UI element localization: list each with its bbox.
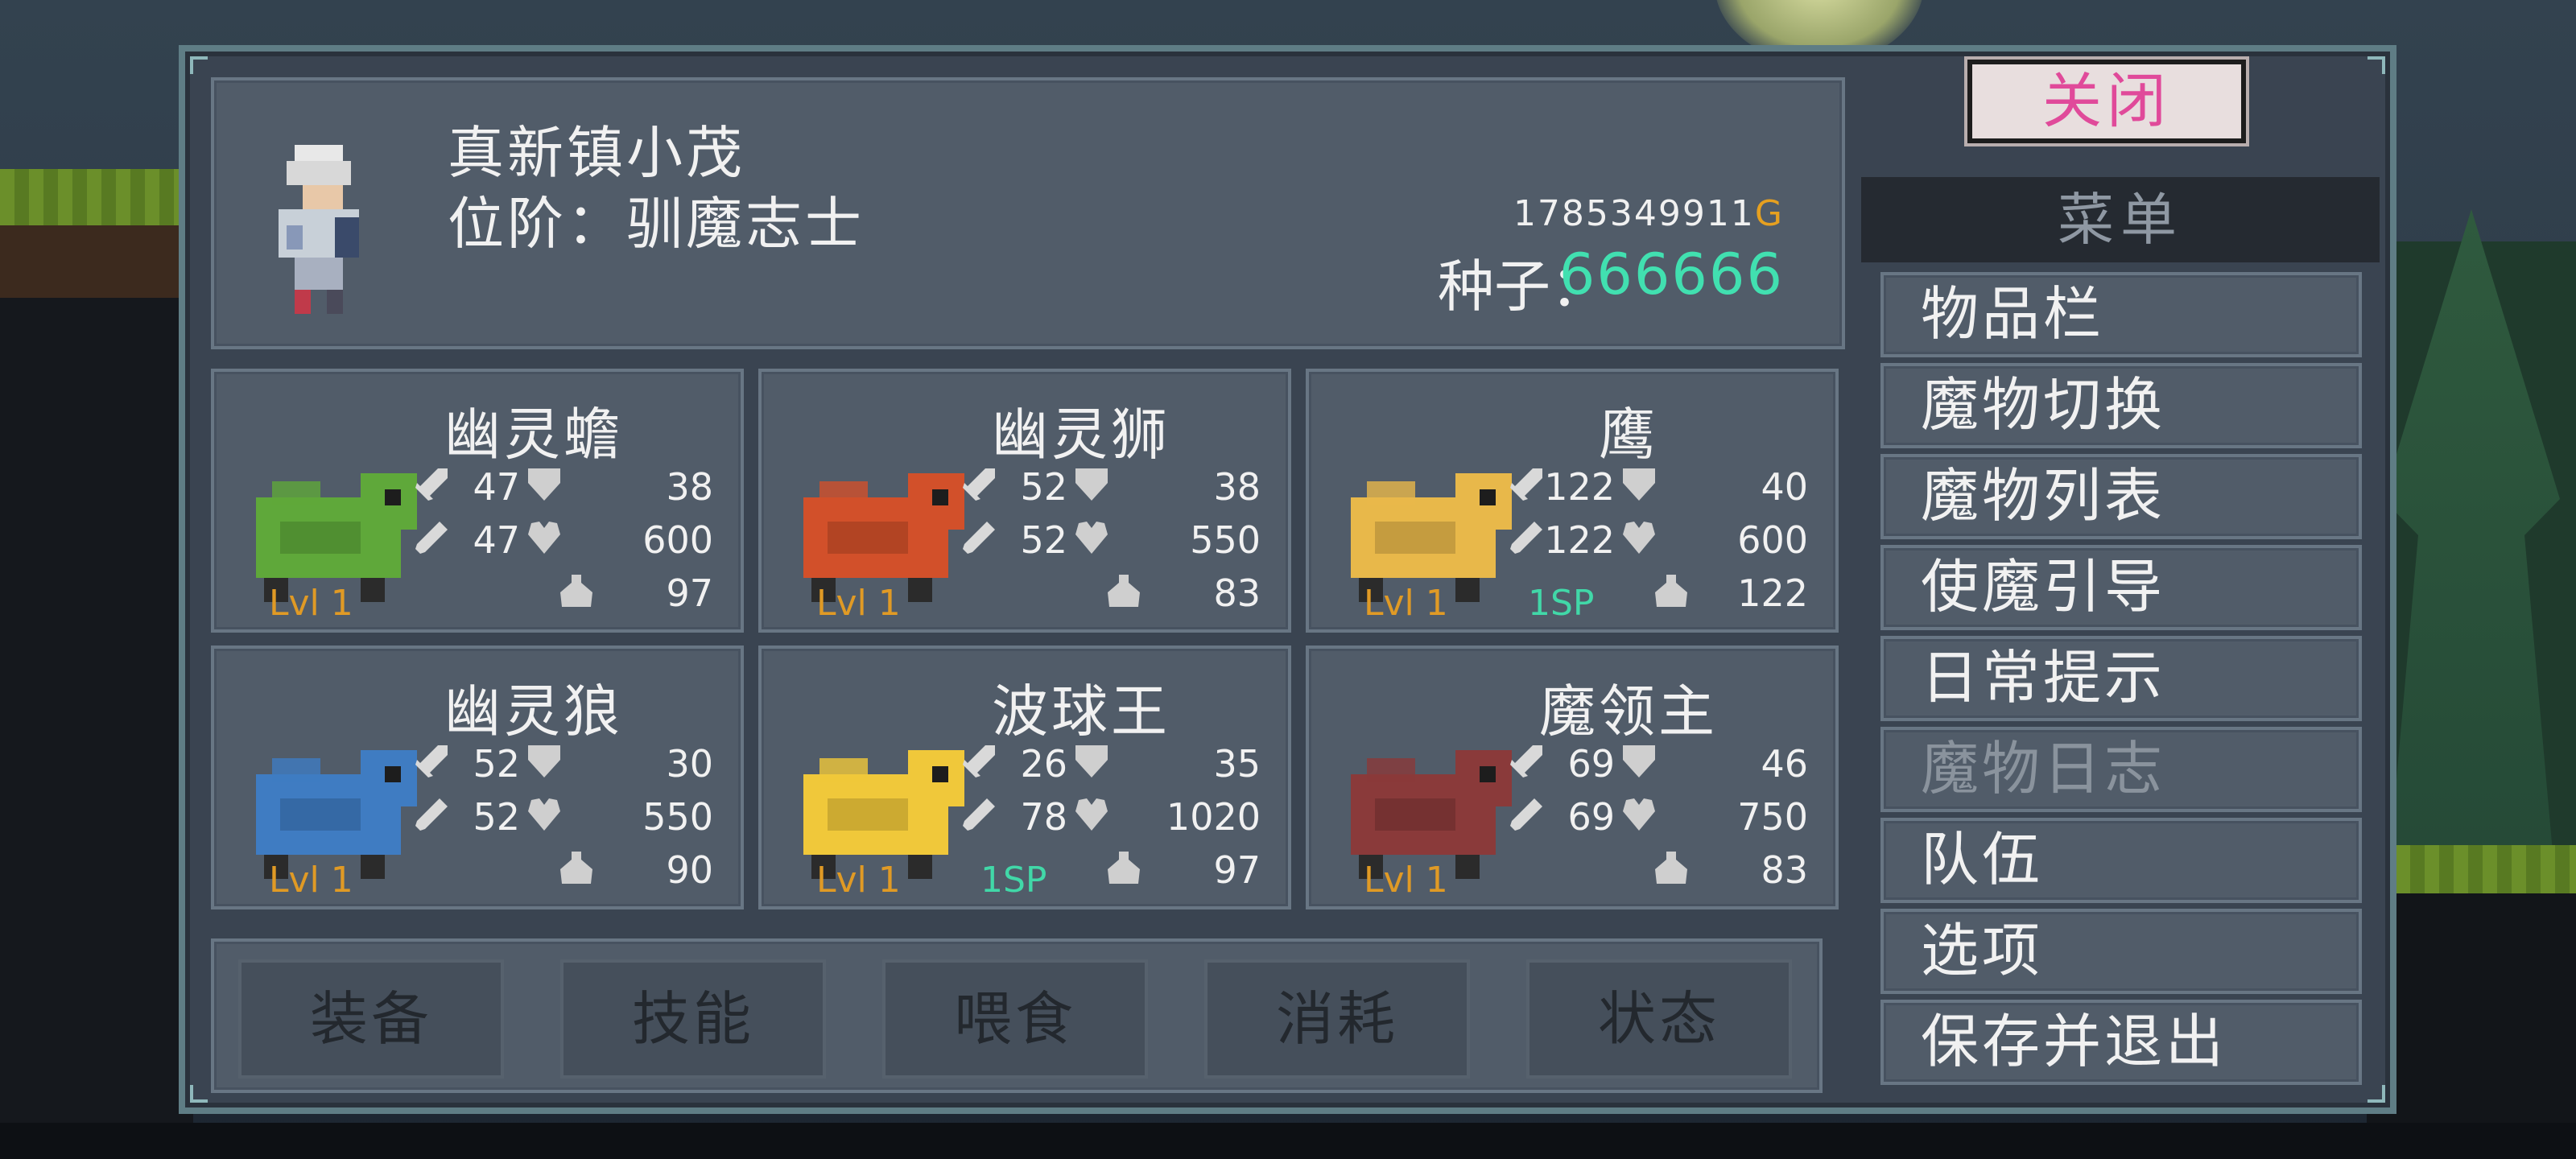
monster-sprite	[256, 750, 417, 879]
defense-icon	[1623, 468, 1655, 501]
level-label: Lvl 1	[816, 860, 901, 901]
player-rank: 位阶：驯魔志士	[448, 191, 865, 257]
defense-value: 30	[666, 742, 713, 786]
food-icon	[1655, 575, 1687, 607]
food-value: 97	[666, 571, 713, 615]
menu-item-familiar-guide[interactable]: 使魔引导	[1880, 545, 2362, 630]
hp-icon	[1075, 798, 1108, 831]
level-label: Lvl 1	[1364, 583, 1448, 624]
menu-item-monster-list[interactable]: 魔物列表	[1880, 454, 2362, 539]
hp-icon	[1623, 522, 1655, 554]
monster-sprite	[803, 750, 964, 879]
defense-value: 35	[1213, 742, 1261, 786]
food-icon	[1108, 575, 1140, 607]
monster-sprite	[256, 473, 417, 602]
food-icon	[560, 575, 592, 607]
background-bottom	[0, 1123, 2576, 1159]
magic-attack-value: 52	[473, 795, 520, 839]
food-value: 83	[1761, 848, 1808, 892]
menu-item-monster-log[interactable]: 魔物日志	[1880, 727, 2362, 812]
status-button[interactable]: 状态	[1526, 959, 1792, 1079]
background-cliff	[0, 169, 193, 1159]
attack-value: 122	[1544, 465, 1615, 509]
hp-value: 600	[642, 518, 713, 562]
food-icon	[1655, 852, 1687, 884]
monster-card-demon-lord[interactable]: 魔领主 69 46 69 750 83 Lvl 1	[1306, 645, 1839, 909]
close-button[interactable]: 关闭	[1967, 60, 2246, 143]
attack-value: 52	[473, 742, 520, 786]
monster-sprite	[1351, 750, 1512, 879]
hp-value: 600	[1737, 518, 1808, 562]
hp-icon	[528, 522, 560, 554]
magic-attack-value: 47	[473, 518, 520, 562]
attack-value: 26	[1020, 742, 1067, 786]
food-value: 83	[1213, 571, 1261, 615]
menu-item-party[interactable]: 队伍	[1880, 818, 2362, 903]
level-label: Lvl 1	[269, 860, 353, 901]
consume-button[interactable]: 消耗	[1204, 959, 1470, 1079]
player-name: 真新镇小茂	[448, 120, 745, 186]
hp-icon	[1623, 798, 1655, 831]
magic-attack-value: 69	[1567, 795, 1615, 839]
level-label: Lvl 1	[816, 583, 901, 624]
magic-attack-value: 52	[1020, 518, 1067, 562]
defense-value: 46	[1761, 742, 1808, 786]
gold-suffix: G	[1754, 193, 1784, 234]
food-icon	[560, 852, 592, 884]
background-ground	[2367, 845, 2576, 1159]
monster-sprite	[1351, 473, 1512, 602]
magic-attack-value: 122	[1544, 518, 1615, 562]
attack-value: 69	[1567, 742, 1615, 786]
defense-icon	[1623, 745, 1655, 777]
sp-label: 1SP	[980, 860, 1047, 901]
hp-icon	[528, 798, 560, 831]
defense-value: 38	[666, 465, 713, 509]
food-value: 122	[1737, 571, 1808, 615]
action-bar: 装备 技能 喂食 消耗 状态	[211, 938, 1823, 1093]
equip-button[interactable]: 装备	[238, 959, 504, 1079]
food-value: 97	[1213, 848, 1261, 892]
defense-icon	[528, 468, 560, 501]
food-icon	[1108, 852, 1140, 884]
attack-value: 52	[1020, 465, 1067, 509]
menu-item-daily-tips[interactable]: 日常提示	[1880, 636, 2362, 721]
food-value: 90	[666, 848, 713, 892]
hp-value: 550	[642, 795, 713, 839]
monster-card-eagle[interactable]: 鹰 122 40 122 600 122 Lvl 1 1SP	[1306, 369, 1839, 633]
level-label: Lvl 1	[1364, 860, 1448, 901]
gold-amount: 1785349911G	[1513, 193, 1784, 234]
level-label: Lvl 1	[269, 583, 353, 624]
menu-item-inventory[interactable]: 物品栏	[1880, 272, 2362, 357]
monster-card-wolf[interactable]: 幽灵狼 52 30 52 550 90 Lvl 1	[211, 645, 744, 909]
hp-value: 750	[1737, 795, 1808, 839]
sp-label: 1SP	[1528, 583, 1595, 624]
defense-value: 40	[1761, 465, 1808, 509]
menu-item-switch-monster[interactable]: 魔物切换	[1880, 363, 2362, 448]
monster-card-lion[interactable]: 幽灵狮 52 38 52 550 83 Lvl 1	[758, 369, 1291, 633]
monster-card-slime-king[interactable]: 波球王 26 35 78 1020 97 Lvl 1 1SP	[758, 645, 1291, 909]
monster-sprite	[803, 473, 964, 602]
magic-attack-value: 78	[1020, 795, 1067, 839]
menu-item-save-and-quit[interactable]: 保存并退出	[1880, 1000, 2362, 1085]
player-panel: 真新镇小茂 位阶：驯魔志士 1785349911G 种子： 666666	[211, 77, 1845, 349]
defense-icon	[528, 745, 560, 777]
menu-item-options[interactable]: 选项	[1880, 909, 2362, 994]
defense-value: 38	[1213, 465, 1261, 509]
defense-icon	[1075, 745, 1108, 777]
hp-value: 1020	[1166, 795, 1261, 839]
monster-card-frog[interactable]: 幽灵蟾 47 38 47 600 97 Lvl 1	[211, 369, 744, 633]
defense-icon	[1075, 468, 1108, 501]
menu-header: 菜单	[1861, 177, 2380, 262]
seed-value: 666666	[1558, 241, 1784, 307]
skills-button[interactable]: 技能	[560, 959, 826, 1079]
hp-value: 550	[1190, 518, 1261, 562]
player-avatar	[279, 145, 359, 314]
attack-value: 47	[473, 465, 520, 509]
feed-button[interactable]: 喂食	[882, 959, 1148, 1079]
hp-icon	[1075, 522, 1108, 554]
